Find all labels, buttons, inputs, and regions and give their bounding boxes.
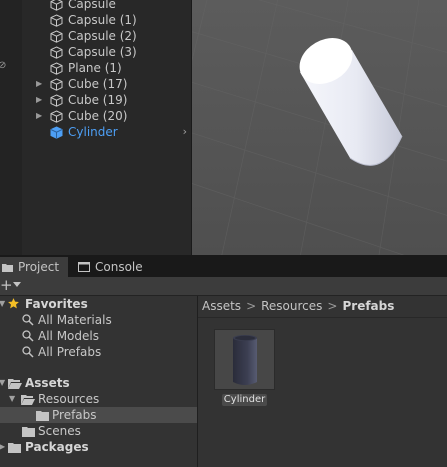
hierarchy-item[interactable]: ▶ Cube (17): [22, 76, 191, 92]
hierarchy-panel: ⊘ Capsule Capsule (1) Capsule (2) Capsule (…: [0, 0, 191, 255]
tree-item-label: Packages: [25, 440, 89, 454]
expand-arrow-icon[interactable]: ▼: [9, 391, 15, 407]
scene-viewport: [192, 0, 447, 255]
add-button[interactable]: +: [0, 276, 13, 294]
hierarchy-item[interactable]: Capsule (2): [22, 28, 191, 44]
gameobject-cube-icon: [50, 30, 63, 43]
tree-item-all-prefabs[interactable]: All Prefabs: [0, 344, 197, 360]
tree-item-label: Assets: [25, 376, 70, 390]
folder-icon: [2, 258, 13, 278]
tree-item-label: Scenes: [38, 424, 81, 438]
breadcrumb-prefabs[interactable]: Prefabs: [342, 299, 394, 313]
expand-arrow-icon[interactable]: ▶: [36, 76, 42, 92]
tree-item-label: All Prefabs: [38, 345, 102, 359]
tree-item-scenes[interactable]: Scenes: [0, 423, 197, 439]
gameobject-cube-icon: [50, 78, 63, 91]
project-toolbar: +: [0, 276, 447, 296]
chevron-down-icon[interactable]: [13, 282, 21, 287]
tree-item-label: All Materials: [38, 313, 112, 327]
breadcrumb-separator: >: [246, 299, 257, 313]
tree-item-prefabs[interactable]: Prefabs: [0, 407, 197, 423]
asset-tile-cylinder[interactable]: [214, 329, 275, 390]
expand-arrow-icon[interactable]: ▼: [0, 296, 5, 312]
hierarchy-item[interactable]: Capsule: [22, 0, 191, 12]
hierarchy-item[interactable]: Capsule (3): [22, 44, 191, 60]
gameobject-cube-icon: [50, 14, 63, 27]
hierarchy-item-label: Cube (19): [68, 93, 128, 107]
tab-project[interactable]: Project: [0, 257, 68, 277]
hierarchy-gutter: ⊘: [0, 0, 22, 255]
hierarchy-item-label: Cylinder: [68, 125, 118, 139]
tree-item-label: Prefabs: [52, 408, 97, 422]
bottom-tab-bar: Project Console: [0, 257, 447, 277]
hierarchy-item-label: Cube (20): [68, 109, 128, 123]
gameobject-cube-icon: [50, 94, 63, 107]
expand-arrow-icon[interactable]: ▶: [36, 92, 42, 108]
hierarchy-item-label: Capsule (2): [68, 29, 137, 43]
tree-item-assets[interactable]: ▼ Assets: [0, 375, 197, 391]
hierarchy-item-label: Capsule (1): [68, 13, 137, 27]
gameobject-cube-icon: [50, 62, 63, 75]
visibility-toggle-icon[interactable]: ⊘: [0, 60, 6, 71]
scene-view[interactable]: [192, 0, 447, 255]
tree-item-all-models[interactable]: All Models: [0, 328, 197, 344]
tab-project-label: Project: [18, 260, 60, 274]
breadcrumb: Assets > Resources > Prefabs: [198, 296, 447, 318]
chevron-right-icon[interactable]: ›: [183, 124, 187, 140]
cylinder-prefab-icon: [233, 335, 257, 385]
console-icon: [78, 258, 90, 278]
expand-arrow-icon[interactable]: ▼: [0, 375, 5, 391]
tree-item-all-materials[interactable]: All Materials: [0, 312, 197, 328]
breadcrumb-separator: >: [327, 299, 338, 313]
project-folder-tree: ▼ Favorites All Materials All Models All…: [0, 296, 197, 467]
folder-icon: [8, 441, 21, 457]
tree-item-favorites[interactable]: ▼ Favorites: [0, 296, 197, 312]
hierarchy-item[interactable]: Capsule (1): [22, 12, 191, 28]
breadcrumb-assets[interactable]: Assets: [202, 299, 241, 313]
hierarchy-item[interactable]: ▶ Cube (20): [22, 108, 191, 124]
tree-item-resources[interactable]: ▼ Resources: [0, 391, 197, 407]
expand-arrow-icon[interactable]: ▶: [36, 108, 42, 124]
search-icon: [22, 346, 34, 362]
hierarchy-item[interactable]: Cylinder ›: [22, 124, 191, 140]
tree-item-packages[interactable]: ▶ Packages: [0, 439, 197, 455]
tab-console[interactable]: Console: [76, 257, 158, 277]
hierarchy-item[interactable]: ▶ Cube (19): [22, 92, 191, 108]
hierarchy-item-label: Capsule: [68, 0, 116, 11]
tree-item-label: Favorites: [25, 297, 88, 311]
hierarchy-item-label: Plane (1): [68, 61, 122, 75]
gameobject-cube-icon: [50, 0, 63, 11]
tree-item-label: Resources: [38, 392, 100, 406]
hierarchy-item[interactable]: Plane (1): [22, 60, 191, 76]
hierarchy-item-label: Capsule (3): [68, 45, 137, 59]
breadcrumb-resources[interactable]: Resources: [261, 299, 322, 313]
tree-item-label: All Models: [38, 329, 99, 343]
tab-console-label: Console: [95, 260, 143, 274]
gameobject-cube-icon: [50, 46, 63, 59]
gameobject-cube-icon: [50, 126, 63, 139]
asset-name-label: Cylinder: [222, 394, 267, 406]
expand-arrow-icon[interactable]: ▶: [0, 439, 5, 455]
gameobject-cube-icon: [50, 110, 63, 123]
hierarchy-item-label: Cube (17): [68, 77, 128, 91]
